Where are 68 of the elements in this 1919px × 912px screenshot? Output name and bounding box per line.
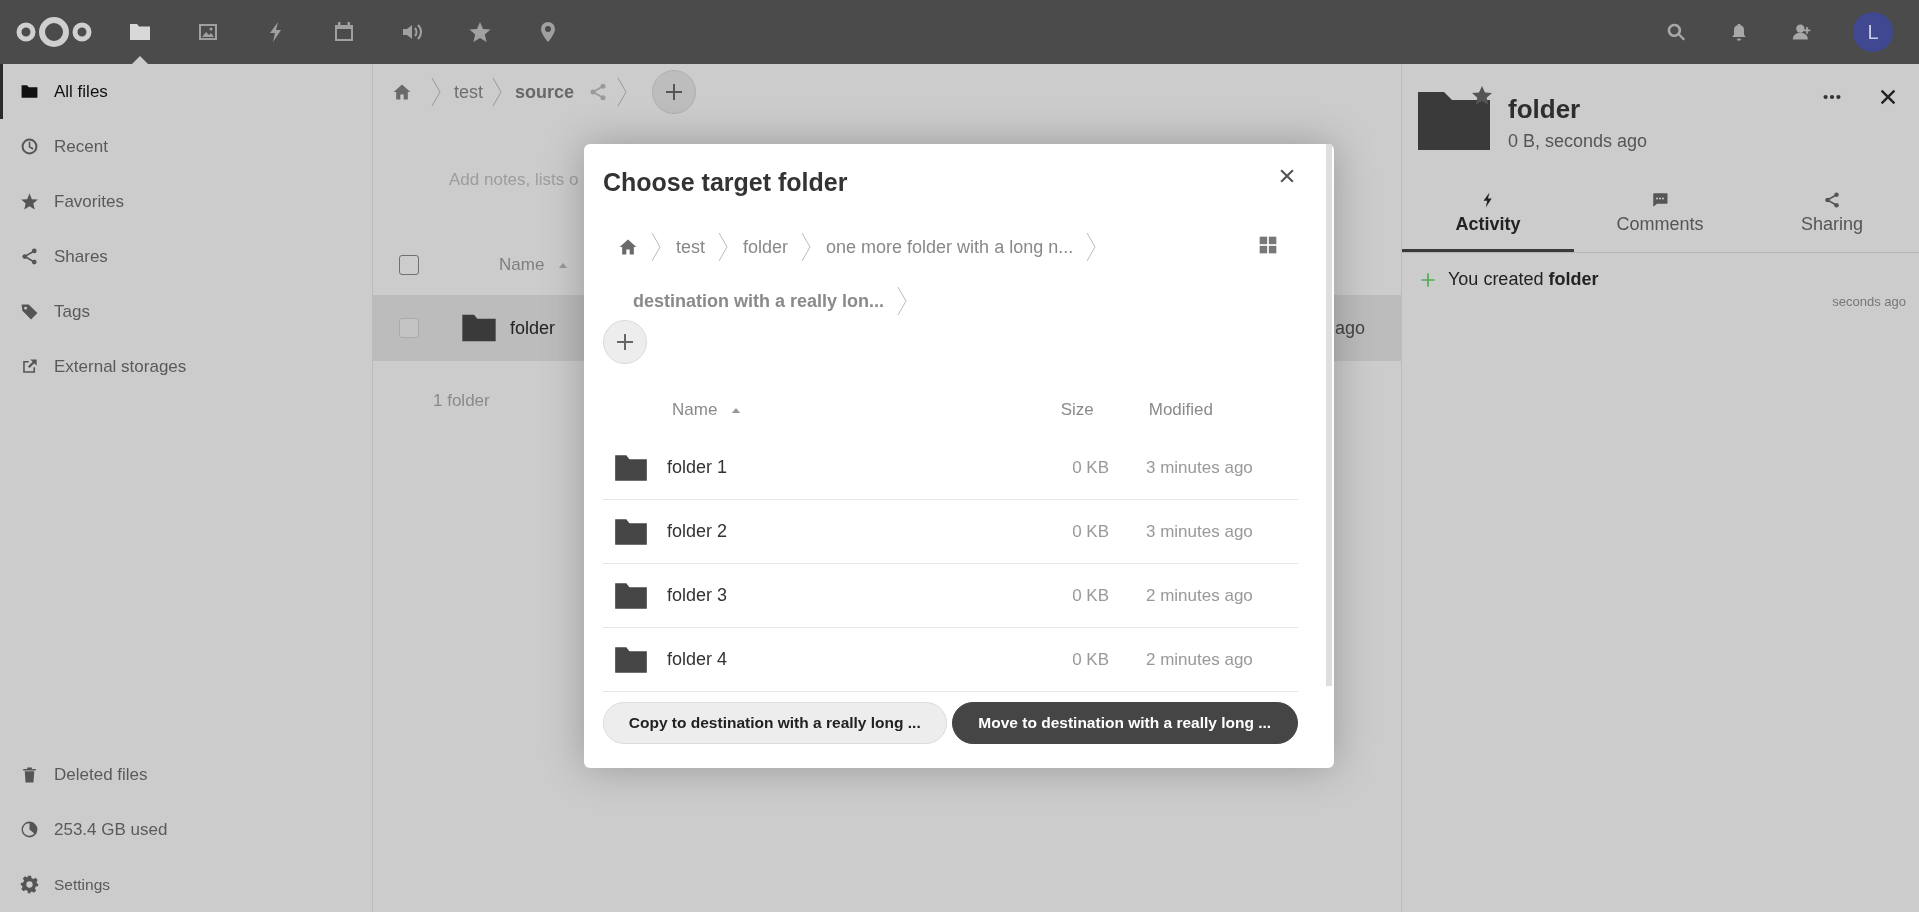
external-link-icon (20, 357, 39, 376)
share-icon (20, 247, 39, 266)
sidebar-item[interactable]: Deleted files (0, 747, 372, 802)
dialog-title: Choose target folder (603, 167, 848, 197)
folder-icon (20, 82, 39, 101)
chevron-icon (717, 232, 729, 262)
breadcrumb-link[interactable]: destination with a really lon... (617, 290, 885, 312)
grid-view-icon[interactable] (1258, 235, 1278, 255)
chevron-icon (616, 77, 629, 107)
file-title: folder (1508, 94, 1582, 125)
breadcrumb-link[interactable]: one more folder with a long n... (826, 236, 1074, 258)
folder-row[interactable]: folder 1 0 KB 3 minutes ago (603, 436, 1298, 500)
tab[interactable]: Comments (1574, 176, 1746, 252)
file-name[interactable]: folder (510, 317, 556, 339)
breadcrumb-link[interactable]: test (454, 81, 483, 103)
chevron-icon (650, 232, 662, 262)
sidebar-item[interactable]: External storages (0, 339, 372, 394)
sidebar-item[interactable]: Recent (0, 119, 372, 174)
calendar-icon[interactable] (332, 20, 356, 44)
breadcrumb-link[interactable]: folder (743, 236, 789, 258)
contacts-icon[interactable] (1792, 22, 1812, 42)
share-icon (1823, 190, 1841, 209)
breadcrumb-link[interactable]: source (515, 81, 575, 103)
logo-icon[interactable] (15, 14, 93, 50)
sidebar-item[interactable]: Tags (0, 284, 372, 339)
star-icon[interactable] (468, 20, 492, 44)
home-icon[interactable] (618, 237, 638, 257)
tab[interactable]: Activity (1402, 176, 1574, 252)
folder-row[interactable]: folder 2 0 KB 3 minutes ago (603, 500, 1298, 564)
move-button[interactable]: Move to destination with a really long ... (951, 702, 1298, 744)
select-all-checkbox[interactable] (399, 255, 419, 275)
star-icon (20, 192, 39, 211)
column-header[interactable]: Size (1060, 400, 1094, 420)
activity-text: You created folder (1448, 269, 1599, 290)
column-header[interactable]: Name (672, 400, 718, 420)
quota-item: 253.4 GB used (0, 802, 372, 857)
file-count: 1 folder (433, 391, 490, 411)
file-meta: 0 B, seconds ago (1508, 131, 1648, 152)
chevron-icon (430, 77, 442, 107)
new-folder-button[interactable] (603, 320, 647, 364)
sidebar-item[interactable]: Shares (0, 229, 372, 284)
column-header[interactable]: Modified (1148, 400, 1213, 420)
tag-icon (20, 302, 39, 321)
user-avatar[interactable]: L (1853, 12, 1893, 52)
speech-bubble-icon (1651, 190, 1669, 209)
trash-icon (20, 765, 39, 784)
search-icon[interactable] (1666, 22, 1686, 42)
scrollbar[interactable] (1326, 144, 1332, 686)
clock-icon (20, 137, 39, 156)
chevron-icon (1085, 232, 1098, 262)
sidebar-item[interactable]: Settings (0, 857, 372, 912)
modified-date: ago (1334, 317, 1365, 339)
chevron-icon (491, 77, 503, 107)
sidebar-item[interactable]: Favorites (0, 174, 372, 229)
row-checkbox[interactable] (399, 318, 419, 338)
settings-icon (20, 875, 39, 894)
tab[interactable]: Sharing (1746, 176, 1918, 252)
folder-row[interactable]: folder 3 0 KB 2 minutes ago (603, 564, 1298, 628)
column-header[interactable]: Name (499, 255, 545, 275)
chevron-icon (896, 286, 909, 316)
copy-button[interactable]: Copy to destination with a really long ... (603, 702, 947, 744)
home-icon[interactable] (392, 82, 412, 102)
pie-chart-icon (20, 820, 39, 839)
folder-row[interactable]: folder 4 0 KB 2 minutes ago (603, 628, 1298, 692)
breadcrumb-link[interactable]: test (676, 236, 705, 258)
new-button[interactable] (652, 70, 697, 114)
activity-time: seconds ago (1832, 294, 1906, 309)
chevron-icon (800, 232, 813, 262)
